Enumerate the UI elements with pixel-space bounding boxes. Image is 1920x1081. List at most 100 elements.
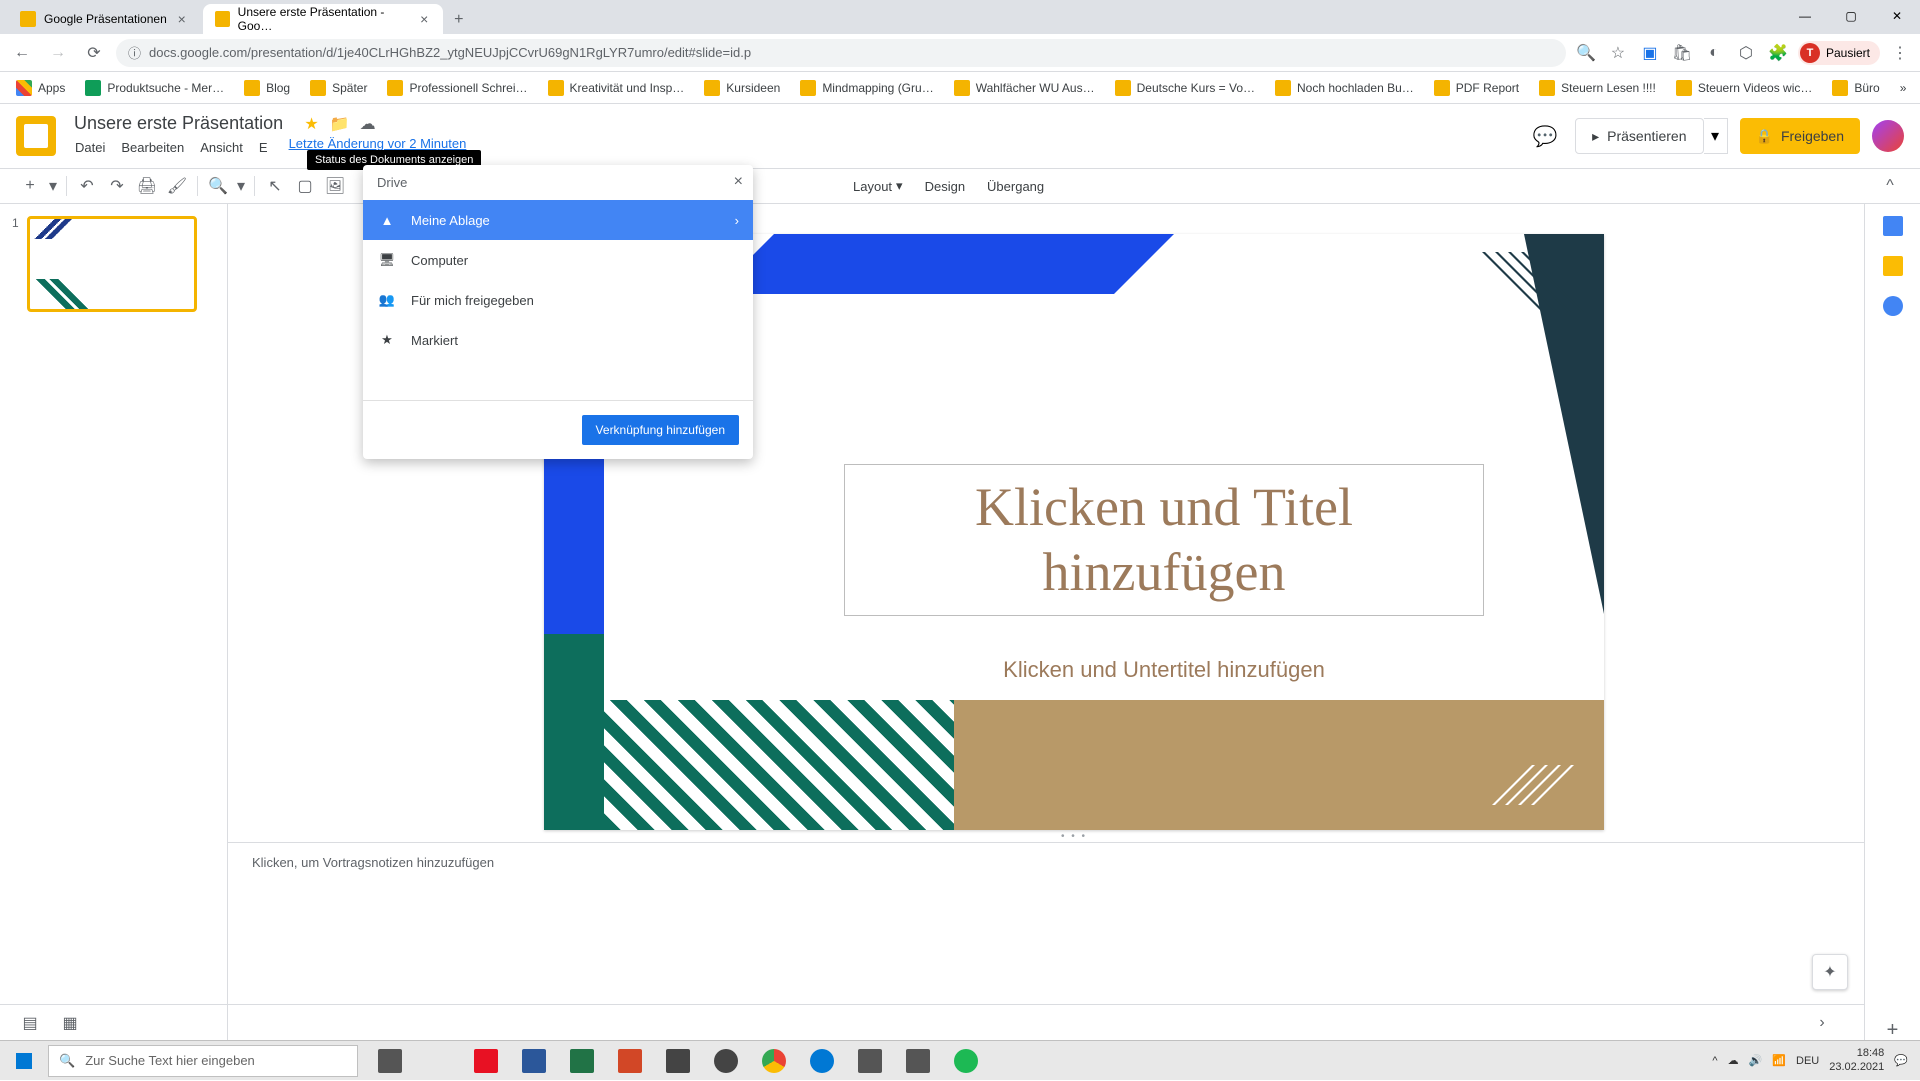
close-icon[interactable]: × [175, 12, 189, 26]
paint-format-button[interactable]: 🖌 [163, 172, 191, 200]
new-slide-button[interactable]: + [16, 172, 44, 200]
bookmark-apps[interactable]: Apps [8, 76, 73, 100]
undo-button[interactable]: ↶ [73, 172, 101, 200]
close-icon[interactable]: × [418, 12, 431, 26]
slide-title-placeholder[interactable]: Klicken und Titel hinzufügen [844, 464, 1484, 616]
menu-file[interactable]: Datei [68, 136, 112, 159]
explore-button[interactable]: ✦ [1812, 954, 1848, 990]
bookmark-item[interactable]: Mindmapping (Gru… [792, 76, 941, 100]
browser-menu-icon[interactable]: ⋮ [1888, 41, 1912, 65]
tray-cloud-icon[interactable]: ☁ [1728, 1054, 1739, 1067]
select-tool[interactable]: ↖ [261, 172, 289, 200]
close-window-button[interactable]: ✕ [1874, 0, 1920, 32]
taskbar-search[interactable]: 🔍 Zur Suche Text hier eingeben [48, 1045, 358, 1077]
slides-logo-icon[interactable] [16, 116, 56, 156]
back-button[interactable]: ← [8, 39, 36, 67]
taskbar-app[interactable] [510, 1041, 558, 1081]
design-button[interactable]: Design [915, 172, 975, 200]
calendar-icon[interactable] [1883, 216, 1903, 236]
share-button[interactable]: 🔒 Freigeben [1740, 118, 1860, 154]
bookmark-item[interactable]: Blog [236, 76, 298, 100]
taskbar-app[interactable] [462, 1041, 510, 1081]
user-avatar[interactable] [1872, 120, 1904, 152]
present-dropdown[interactable]: ▾ [1704, 118, 1728, 154]
bookmark-item[interactable]: Steuern Videos wic… [1668, 76, 1821, 100]
extension-icon[interactable]: ◐ [1702, 41, 1726, 65]
profile-badge[interactable]: T Pausiert [1798, 41, 1880, 65]
tray-clock[interactable]: 18:48 23.02.2021 [1829, 1047, 1884, 1073]
zoom-icon[interactable]: 🔍 [1574, 41, 1598, 65]
bookmark-item[interactable]: Kursideen [696, 76, 788, 100]
bookmark-item[interactable]: Professionell Schrei… [379, 76, 535, 100]
new-slide-dropdown[interactable]: ▾ [46, 172, 60, 200]
add-addon-button[interactable]: + [1883, 1020, 1903, 1040]
move-icon[interactable]: 📁 [330, 114, 350, 134]
keep-icon[interactable] [1883, 256, 1903, 276]
bookmark-item[interactable]: Steuern Lesen !!!! [1531, 76, 1664, 100]
filmstrip-view-button[interactable]: ▤ [16, 1009, 44, 1037]
menu-insert[interactable]: E [252, 136, 275, 159]
speaker-notes[interactable]: Klicken, um Vortragsnotizen hinzuzufügen [228, 842, 1920, 890]
document-title[interactable]: Unsere erste Präsentation [68, 111, 289, 135]
slide-subtitle-placeholder[interactable]: Klicken und Untertitel hinzufügen [844, 646, 1484, 694]
comments-icon[interactable]: 💬 [1527, 118, 1563, 154]
star-icon[interactable]: ★ [302, 114, 322, 134]
bookmark-item[interactable]: Wahlfächer WU Aus… [946, 76, 1103, 100]
bookmark-item[interactable]: Produktsuche - Mer… [77, 76, 232, 100]
bookmark-item[interactable]: Kreativität und Insp… [540, 76, 693, 100]
tray-network-icon[interactable]: 📶 [1772, 1054, 1786, 1067]
start-button[interactable] [0, 1041, 48, 1081]
bookmark-item[interactable]: Deutsche Kurs = Vo… [1107, 76, 1263, 100]
extension-icon[interactable]: ⬡ [1734, 41, 1758, 65]
bookmarks-overflow[interactable]: » [1892, 77, 1915, 99]
popup-item-starred[interactable]: ★ Markiert [363, 320, 753, 360]
taskbar-app[interactable] [654, 1041, 702, 1081]
zoom-dropdown[interactable]: ▾ [234, 172, 248, 200]
taskbar-app[interactable] [798, 1041, 846, 1081]
redo-button[interactable]: ↷ [103, 172, 131, 200]
tasks-icon[interactable] [1883, 296, 1903, 316]
extensions-menu-icon[interactable]: 🧩 [1766, 41, 1790, 65]
new-tab-button[interactable]: + [445, 6, 473, 34]
star-icon[interactable]: ☆ [1606, 41, 1630, 65]
tray-language[interactable]: DEU [1796, 1055, 1819, 1067]
taskbar-app[interactable] [846, 1041, 894, 1081]
image-tool[interactable]: 🖼 [321, 172, 349, 200]
browser-tab-active[interactable]: Unsere erste Präsentation - Goo… × [203, 4, 443, 34]
taskbar-app[interactable] [606, 1041, 654, 1081]
hide-panel-button[interactable]: › [1808, 1009, 1836, 1037]
task-view-button[interactable] [366, 1041, 414, 1081]
layout-button[interactable]: Layout▾ [843, 172, 913, 200]
extension-icon[interactable]: 🛍 [1670, 41, 1694, 65]
print-button[interactable]: 🖨 [133, 172, 161, 200]
tray-volume-icon[interactable]: 🔊 [1749, 1054, 1763, 1067]
menu-edit[interactable]: Bearbeiten [114, 136, 191, 159]
bookmark-item[interactable]: PDF Report [1426, 76, 1527, 100]
url-input[interactable]: ⓘ docs.google.com/presentation/d/1je40CL… [116, 39, 1566, 67]
slide-thumbnail[interactable] [27, 216, 197, 312]
popup-item-my-drive[interactable]: ▲ Meine Ablage › [363, 200, 753, 240]
menu-view[interactable]: Ansicht [193, 136, 250, 159]
collapse-toolbar-button[interactable]: ^ [1876, 172, 1904, 200]
transition-button[interactable]: Übergang [977, 172, 1054, 200]
bookmark-item[interactable]: Noch hochladen Bu… [1267, 76, 1422, 100]
popup-item-computer[interactable]: 🖥 Computer [363, 240, 753, 280]
taskbar-app[interactable] [942, 1041, 990, 1081]
textbox-tool[interactable]: ▢ [291, 172, 319, 200]
zoom-button[interactable]: 🔍 [204, 172, 232, 200]
notes-resize-handle[interactable]: • • • [228, 830, 1920, 842]
popup-item-shared[interactable]: 👥 Für mich freigegeben [363, 280, 753, 320]
bookmark-item[interactable]: Büro [1824, 76, 1887, 100]
maximize-button[interactable]: ▢ [1828, 0, 1874, 32]
notifications-icon[interactable]: 💬 [1894, 1054, 1908, 1067]
forward-button[interactable]: → [44, 39, 72, 67]
add-shortcut-button[interactable]: Verknüpfung hinzufügen [582, 415, 739, 445]
reload-button[interactable]: ⟳ [80, 39, 108, 67]
present-button[interactable]: ▸ Präsentieren [1575, 118, 1703, 154]
taskbar-app[interactable] [414, 1041, 462, 1081]
extension-icon[interactable]: ▣ [1638, 41, 1662, 65]
minimize-button[interactable]: — [1782, 0, 1828, 32]
cloud-status-icon[interactable]: ☁ [358, 114, 378, 134]
bookmark-item[interactable]: Später [302, 76, 375, 100]
taskbar-app[interactable] [894, 1041, 942, 1081]
